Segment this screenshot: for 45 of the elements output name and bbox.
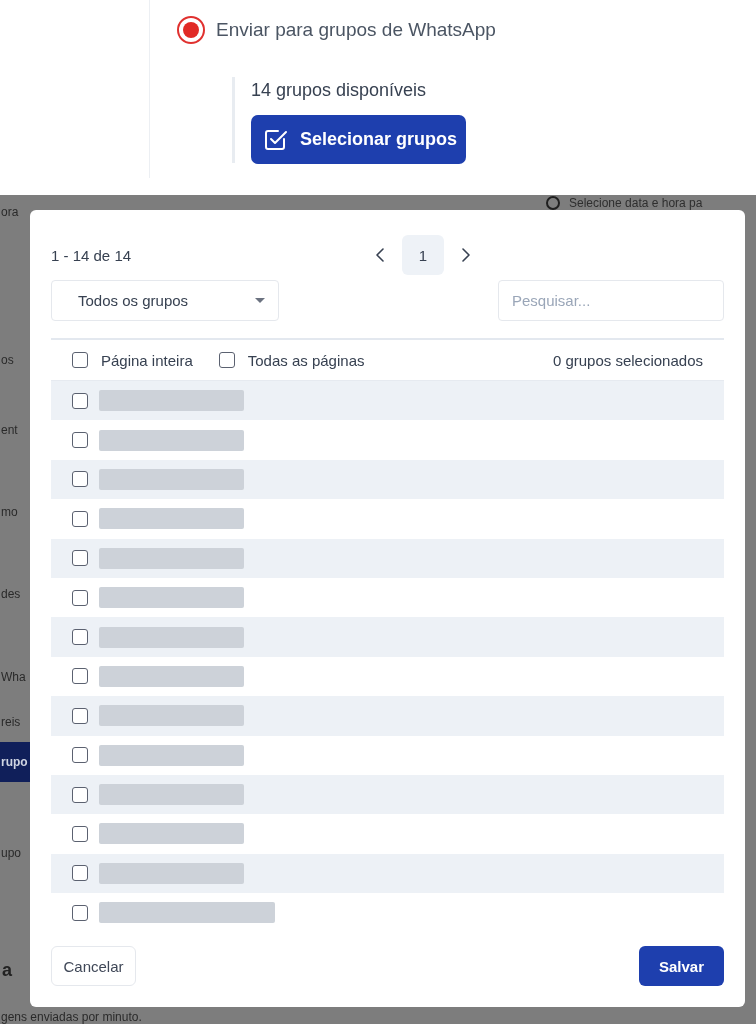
background-text: a	[1, 959, 12, 982]
background-text: mo	[0, 504, 18, 520]
checkbox[interactable]	[72, 747, 88, 764]
checkbox[interactable]	[72, 352, 88, 368]
cancel-button[interactable]: Cancelar	[51, 946, 136, 986]
group-filter-dropdown[interactable]: Todos os grupos	[51, 280, 279, 321]
checkbox[interactable]	[72, 707, 88, 724]
checkbox[interactable]	[72, 392, 88, 409]
select-groups-button[interactable]: Selecionar grupos	[251, 115, 466, 164]
checkbox[interactable]	[72, 432, 88, 449]
checkbox[interactable]	[72, 826, 88, 842]
checkbox[interactable]	[72, 589, 88, 606]
checkbox[interactable]	[72, 510, 88, 527]
background-text: des	[0, 586, 21, 602]
checkbox[interactable]	[72, 629, 88, 646]
radio-button[interactable]	[177, 16, 205, 44]
checkbox[interactable]	[72, 668, 88, 685]
background-text: gens enviadas por minuto.	[0, 1009, 142, 1024]
chevron-left-icon	[376, 248, 384, 262]
background-text: reis	[0, 714, 21, 730]
option-description: Selecione data e hora pa	[569, 196, 703, 210]
caret-icon	[255, 298, 265, 303]
background-text: Wha	[0, 669, 26, 685]
background-text: ent	[0, 422, 18, 438]
checkbox-label: Todas as páginas	[247, 351, 365, 369]
option-label: Enviar para grupos de WhatsApp	[216, 19, 496, 41]
background-text: rupo	[0, 742, 30, 782]
save-button[interactable]: Salvar	[639, 946, 724, 986]
search-field[interactable]: Pesquisar...	[498, 280, 724, 321]
range-text: 1 - 14 de 14	[51, 246, 133, 264]
checkbox[interactable]	[218, 352, 235, 368]
selected-count: 0 grupos selecionados	[552, 351, 703, 369]
background-text: ora	[0, 204, 19, 220]
background-text: upo	[0, 845, 22, 861]
chevron-right-icon	[462, 248, 470, 262]
checkbox-icon	[264, 127, 288, 152]
checkbox[interactable]	[72, 904, 88, 921]
checkbox[interactable]	[72, 865, 88, 882]
available-count: 14 grupos disponíveis	[251, 79, 428, 102]
page-button[interactable]: 1	[402, 235, 444, 275]
checkbox-label: Página inteira	[101, 351, 193, 369]
checkbox[interactable]	[72, 550, 88, 567]
checkbox[interactable]	[72, 471, 88, 488]
checkbox[interactable]	[72, 786, 88, 803]
background-text: os	[0, 352, 14, 368]
